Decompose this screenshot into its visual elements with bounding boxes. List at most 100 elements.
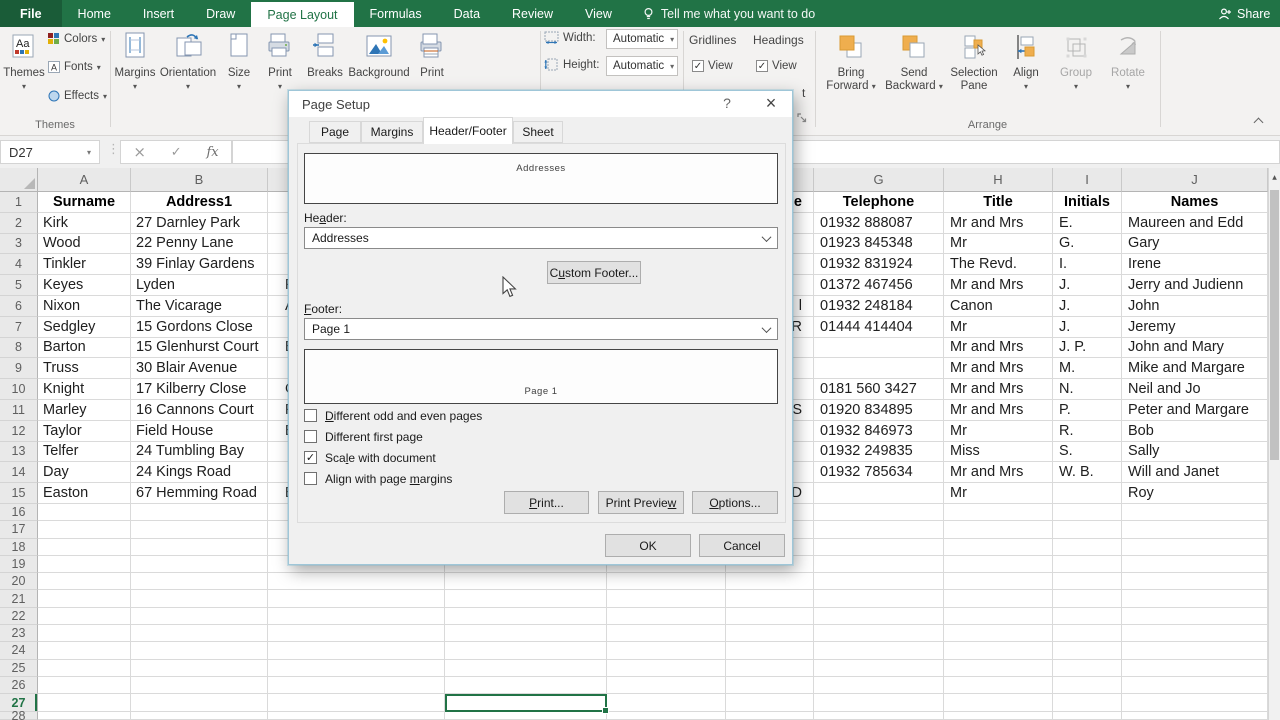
cell-G10[interactable]: 0181 560 3427: [814, 379, 944, 400]
tab-insert[interactable]: Insert: [127, 0, 190, 27]
cell-G27[interactable]: [814, 694, 944, 713]
cell-J12[interactable]: Bob: [1122, 420, 1268, 442]
confirm-entry-icon[interactable]: ✓: [171, 145, 182, 160]
cell-G15[interactable]: [814, 483, 944, 504]
cell-H14[interactable]: Mr and Mrs: [944, 462, 1053, 484]
cell-E22[interactable]: [607, 607, 726, 626]
cell-A2[interactable]: Kirk: [38, 212, 131, 234]
cell-H21[interactable]: [944, 590, 1053, 608]
ok-button[interactable]: OK: [605, 534, 691, 557]
breaks-button[interactable]: Breaks: [302, 30, 348, 79]
cell-A12[interactable]: Taylor: [38, 420, 131, 442]
cell-D28[interactable]: [445, 712, 607, 720]
dialog-tab-page[interactable]: Page: [309, 121, 361, 143]
cell-H2[interactable]: Mr and Mrs: [944, 212, 1053, 234]
collapse-ribbon-icon[interactable]: [1253, 115, 1265, 127]
cell-J3[interactable]: Gary: [1122, 233, 1268, 255]
column-header-H[interactable]: H: [944, 168, 1053, 192]
cell-J24[interactable]: [1122, 642, 1268, 660]
cell-A5[interactable]: Keyes: [38, 275, 131, 296]
row-header-1[interactable]: 1: [0, 192, 38, 213]
cell-E24[interactable]: [607, 642, 726, 660]
cell-B10[interactable]: 17 Kilberry Close: [131, 379, 268, 400]
cell-J1[interactable]: Names: [1122, 192, 1268, 213]
cell-B7[interactable]: 15 Gordons Close: [131, 316, 268, 338]
column-header-A[interactable]: A: [38, 168, 131, 192]
cell-A13[interactable]: Telfer: [38, 441, 131, 463]
tab-home[interactable]: Home: [62, 0, 127, 27]
tab-formulas[interactable]: Formulas: [354, 0, 438, 27]
align-page-margins-checkbox[interactable]: [304, 472, 317, 485]
tell-me-box[interactable]: Tell me what you want to do: [642, 0, 815, 27]
cell-B16[interactable]: [131, 503, 268, 522]
cell-B12[interactable]: Field House: [131, 420, 268, 442]
tab-draw[interactable]: Draw: [190, 0, 251, 27]
name-box-dropdown-icon[interactable]: ▾: [87, 148, 91, 157]
column-header-J[interactable]: J: [1122, 168, 1268, 192]
cell-H20[interactable]: [944, 573, 1053, 591]
cell-J11[interactable]: Peter and Margare: [1122, 399, 1268, 421]
cell-G19[interactable]: [814, 555, 944, 574]
scroll-up-icon[interactable]: ▲: [1269, 168, 1280, 186]
orientation-button[interactable]: Orientation ▾: [158, 30, 218, 91]
cell-B21[interactable]: [131, 590, 268, 608]
cell-H10[interactable]: Mr and Mrs: [944, 379, 1053, 400]
cell-C27[interactable]: [268, 694, 445, 713]
cell-A1[interactable]: Surname: [38, 192, 131, 213]
tab-review[interactable]: Review: [496, 0, 569, 27]
name-box[interactable]: D27 ▾: [0, 140, 100, 164]
cell-D26[interactable]: [445, 676, 607, 695]
gridlines-view-checkbox[interactable]: ✓ View: [692, 60, 733, 72]
cell-H23[interactable]: [944, 625, 1053, 643]
cell-E27[interactable]: [607, 694, 726, 713]
cell-A25[interactable]: [38, 659, 131, 677]
column-header-B[interactable]: B: [131, 168, 268, 192]
cell-D23[interactable]: [445, 625, 607, 643]
cell-H3[interactable]: Mr: [944, 233, 1053, 255]
cell-A28[interactable]: [38, 712, 131, 720]
cell-G5[interactable]: 01372 467456: [814, 275, 944, 296]
cell-C25[interactable]: [268, 659, 445, 677]
cell-G17[interactable]: [814, 521, 944, 539]
cell-F24[interactable]: [726, 642, 814, 660]
cell-B18[interactable]: [131, 538, 268, 556]
row-header-10[interactable]: 10: [0, 379, 38, 400]
cell-F22[interactable]: [726, 607, 814, 626]
cell-I14[interactable]: W. B.: [1053, 462, 1122, 484]
cell-A24[interactable]: [38, 642, 131, 660]
cell-A6[interactable]: Nixon: [38, 295, 131, 317]
cell-H26[interactable]: [944, 676, 1053, 695]
cell-I20[interactable]: [1053, 573, 1122, 591]
cell-A21[interactable]: [38, 590, 131, 608]
dialog-help-icon[interactable]: ?: [717, 95, 737, 113]
row-header-24[interactable]: 24: [0, 642, 38, 660]
cell-A14[interactable]: Day: [38, 462, 131, 484]
cell-F20[interactable]: [726, 573, 814, 591]
cell-F28[interactable]: [726, 712, 814, 720]
cell-I6[interactable]: J.: [1053, 295, 1122, 317]
cell-H15[interactable]: Mr: [944, 483, 1053, 504]
cell-J2[interactable]: Maureen and Edd: [1122, 212, 1268, 234]
cancel-entry-icon[interactable]: ×: [133, 143, 146, 161]
cell-H13[interactable]: Miss: [944, 441, 1053, 463]
vertical-scrollbar[interactable]: ▲: [1268, 168, 1280, 720]
cell-C28[interactable]: [268, 712, 445, 720]
cell-B5[interactable]: Lyden: [131, 275, 268, 296]
cell-H28[interactable]: [944, 712, 1053, 720]
margins-button[interactable]: Margins ▾: [112, 30, 158, 91]
row-header-19[interactable]: 19: [0, 555, 38, 574]
cell-B4[interactable]: 39 Finlay Gardens: [131, 254, 268, 276]
cell-A27[interactable]: [38, 694, 131, 713]
cell-G25[interactable]: [814, 659, 944, 677]
tab-page-layout[interactable]: Page Layout: [251, 2, 354, 27]
cell-G16[interactable]: [814, 503, 944, 522]
cell-G6[interactable]: 01932 248184: [814, 295, 944, 317]
cell-H7[interactable]: Mr: [944, 316, 1053, 338]
dialog-tab-header-footer[interactable]: Header/Footer: [423, 117, 513, 144]
cell-I10[interactable]: N.: [1053, 379, 1122, 400]
row-header-13[interactable]: 13: [0, 441, 38, 463]
row-header-18[interactable]: 18: [0, 538, 38, 556]
cell-C24[interactable]: [268, 642, 445, 660]
sheet-options-dialog-launcher-icon[interactable]: [797, 113, 807, 126]
fonts-button[interactable]: A Fonts ▾: [48, 61, 101, 73]
